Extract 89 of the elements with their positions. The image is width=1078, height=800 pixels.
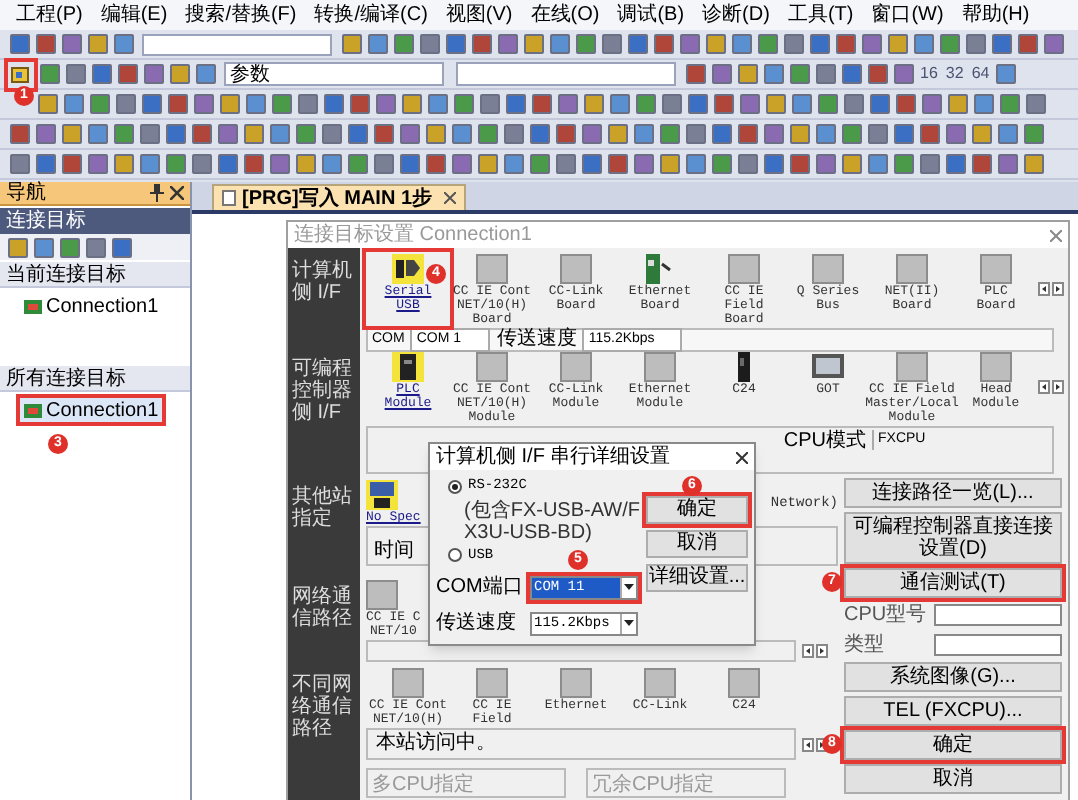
module-icon [392,668,424,698]
module-icon [366,580,398,610]
zoom-button[interactable]: 16 [920,62,938,86]
menu-item[interactable]: 编辑(E) [100,0,168,30]
section-label: 可编程控制器侧 I/F [288,346,360,474]
menu-item[interactable]: 诊断(D) [702,0,770,30]
menu-item[interactable]: 窗口(W) [871,0,944,30]
module-icon [644,668,676,698]
group-label: 多CPU指定 [372,774,475,796]
section-label: 网络通信路径 [288,574,360,662]
radio-button[interactable] [448,479,462,494]
dialog-button[interactable]: 确定 [844,730,1062,760]
dropdown-field[interactable] [142,33,332,55]
menu-item[interactable]: 搜索/替换(F) [185,0,297,30]
field-label: 传送速度 [436,609,518,638]
menu-item[interactable]: 转换/编译(C) [314,0,428,30]
tool-icon[interactable] [996,64,1017,84]
dropdown-field[interactable] [456,62,676,86]
module-icon [980,254,1012,284]
field-label: 类型 [844,631,886,660]
module-icon [560,668,592,698]
document-icon [222,190,236,206]
field-label: CPU模式 [783,430,866,452]
connection-item[interactable]: Connection1 [20,398,163,422]
scroll-arrows[interactable] [1038,282,1064,296]
connection-label: Connection1 [46,295,159,317]
module-icon [728,254,760,284]
connect-icon[interactable] [8,61,34,87]
plc-icon [24,401,42,419]
dialog-button[interactable]: 详细设置... [646,564,748,592]
menu-item[interactable]: 在线(O) [530,0,600,30]
module-icon [644,254,676,284]
close-icon[interactable] [736,451,748,463]
editor-tab[interactable]: [PRG]写入 MAIN 1步 [212,184,466,210]
module-icon [392,352,424,382]
panel-title: 导航 [6,182,48,204]
dialog-button[interactable]: 通信测试(T) [844,568,1062,598]
module-icon [812,352,844,382]
module-icon [812,254,844,284]
module-icon [476,254,508,284]
module-icon [896,254,928,284]
dialog-button[interactable]: 确定 [646,496,748,524]
field-label: 传送速度 [496,330,577,350]
scroll-arrows[interactable] [802,644,828,658]
module-icon [392,254,424,284]
menu-item[interactable]: 视图(V) [445,0,513,30]
scroll-arrows[interactable] [1038,380,1064,394]
field-label: CPU型号 [844,601,928,630]
module-icon [476,668,508,698]
dialog-button[interactable]: 可编程控制器直接连接设置(D) [844,512,1062,564]
dialog-button[interactable]: 连接路径一览(L)... [844,478,1062,508]
close-icon[interactable] [444,192,456,204]
caret-icon[interactable] [620,577,636,597]
section-header: 连接目标 [0,208,190,234]
section-label: 计算机侧 I/F [288,248,360,346]
tab-label: [PRG]写入 MAIN 1步 [242,187,432,209]
dialog-button[interactable]: 系统图像(G)... [844,662,1062,692]
dialog-button[interactable]: 取消 [844,764,1062,794]
radio-button[interactable] [448,548,462,563]
menu-item[interactable]: 工具(T) [787,0,854,30]
parameter-combo[interactable]: 参数 [224,62,444,86]
dialog-title: 连接目标设置 Connection1 [294,223,534,247]
info-text: 时间 [374,540,414,562]
connection-label: Connection1 [46,399,159,421]
section-label: 不同网络通信路径 [288,662,360,800]
dialog-button[interactable]: 取消 [646,530,748,558]
caret-icon[interactable] [620,613,636,633]
dialog-button[interactable]: TEL (FXCPU)... [844,696,1062,726]
module-icon [728,668,760,698]
section-label: 其他站指定 [288,474,360,574]
zoom-button[interactable]: 32 [945,62,964,86]
group-label: 冗余CPU指定 [592,774,715,796]
module-icon [560,254,592,284]
status-text: 本站访问中。 [376,732,496,754]
menu-item[interactable]: 调试(B) [617,0,685,30]
connection-item[interactable]: Connection1 [20,294,163,318]
menu-item[interactable]: 帮助(H) [961,0,1030,30]
group-header: 所有连接目标 [0,366,190,392]
module-icon [644,352,676,382]
field-label: COM端口 [436,573,524,602]
pin-icon[interactable] [150,184,164,202]
close-icon[interactable] [170,186,184,200]
menu-item[interactable]: 工程(P) [16,0,83,30]
dialog-title: 计算机侧 I/F 串行详细设置 [436,445,673,469]
group-header: 当前连接目标 [0,262,190,288]
module-icon [366,480,398,510]
zoom-button[interactable]: 64 [971,62,990,86]
plc-icon [24,297,42,315]
radio-note: (包含FX-USB-AW/FX3U-USB-BD) [462,499,640,543]
